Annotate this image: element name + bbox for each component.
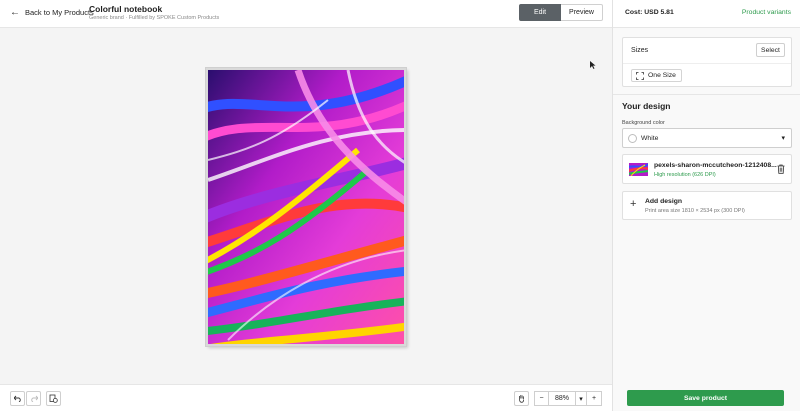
back-to-products-link[interactable]: ← Back to My Products [10, 6, 94, 18]
plus-icon: + [630, 198, 637, 210]
zoom-in-button[interactable]: + [587, 391, 602, 406]
select-sizes-button[interactable]: Select [756, 43, 785, 57]
product-settings-panel: Cost: USD 5.81 Product variants Sizes Se… [612, 0, 800, 411]
cost-label: Cost: USD 5.81 [625, 9, 674, 16]
layer-thumbnail [629, 163, 648, 176]
product-subtitle: Generic brand · Fulfilled by SPOKE Custo… [89, 15, 220, 21]
your-design-heading: Your design [622, 101, 671, 111]
pan-button[interactable] [514, 391, 529, 406]
sizes-card: Sizes Select One Size [622, 37, 792, 87]
add-design-title: Add design [645, 198, 683, 205]
zoom-level[interactable]: 88% [549, 391, 575, 406]
edit-tab[interactable]: Edit [519, 4, 561, 21]
expand-icon [636, 71, 644, 80]
design-layer-item[interactable]: pexels-sharon-mccutcheon-1212408... High… [622, 154, 792, 184]
color-swatch-white [628, 134, 637, 143]
panel-header: Cost: USD 5.81 Product variants [613, 0, 800, 28]
background-color-value: White [641, 135, 659, 142]
mouse-cursor-icon [590, 61, 596, 69]
back-link-label: Back to My Products [25, 8, 94, 17]
product-title-block: Colorful notebook Generic brand · Fulfil… [89, 4, 219, 22]
product-variants-link[interactable]: Product variants [742, 9, 791, 16]
sizes-label: Sizes [631, 47, 649, 54]
edit-preview-toggle: Edit Preview [519, 4, 603, 21]
design-canvas[interactable] [0, 28, 612, 384]
background-color-label: Background color [622, 120, 665, 126]
save-product-button[interactable]: Save product [627, 390, 784, 406]
editor-toolbar: − 88% ▾ + [0, 384, 612, 411]
add-design-button[interactable]: + Add design Print area size 1810 × 2534… [622, 191, 792, 220]
arrow-left-icon: ← [10, 6, 20, 18]
undo-icon [13, 395, 21, 402]
hand-icon [519, 395, 524, 403]
sizes-divider [623, 63, 791, 64]
redo-icon [30, 395, 38, 402]
notebook-cover-artwork [208, 70, 404, 344]
preview-tab[interactable]: Preview [561, 4, 603, 21]
product-title: Colorful notebook [89, 4, 163, 14]
redo-button[interactable] [26, 391, 41, 406]
caret-down-icon: ▾ [781, 135, 785, 142]
print-area-size: Print area size 1810 × 2534 px (300 DPI) [645, 208, 745, 214]
section-divider [613, 94, 800, 95]
zoom-dropdown[interactable]: ▾ [575, 391, 587, 406]
layer-resolution: High resolution (626 DPI) [654, 172, 716, 178]
zoom-control: − 88% ▾ + [534, 391, 602, 406]
notebook-mockup[interactable] [206, 68, 406, 346]
trash-icon[interactable] [777, 164, 785, 174]
undo-button[interactable] [10, 391, 25, 406]
size-chip-label: One Size [648, 72, 676, 79]
zoom-out-button[interactable]: − [534, 391, 549, 406]
layers-icon [49, 394, 58, 403]
layer-file-name: pexels-sharon-mccutcheon-1212408... [654, 162, 777, 169]
layers-button[interactable] [46, 391, 61, 406]
editor-header: ← Back to My Products Colorful notebook … [0, 0, 612, 28]
background-color-select[interactable]: White ▾ [622, 128, 792, 148]
size-chip-one-size[interactable]: One Size [631, 69, 682, 82]
